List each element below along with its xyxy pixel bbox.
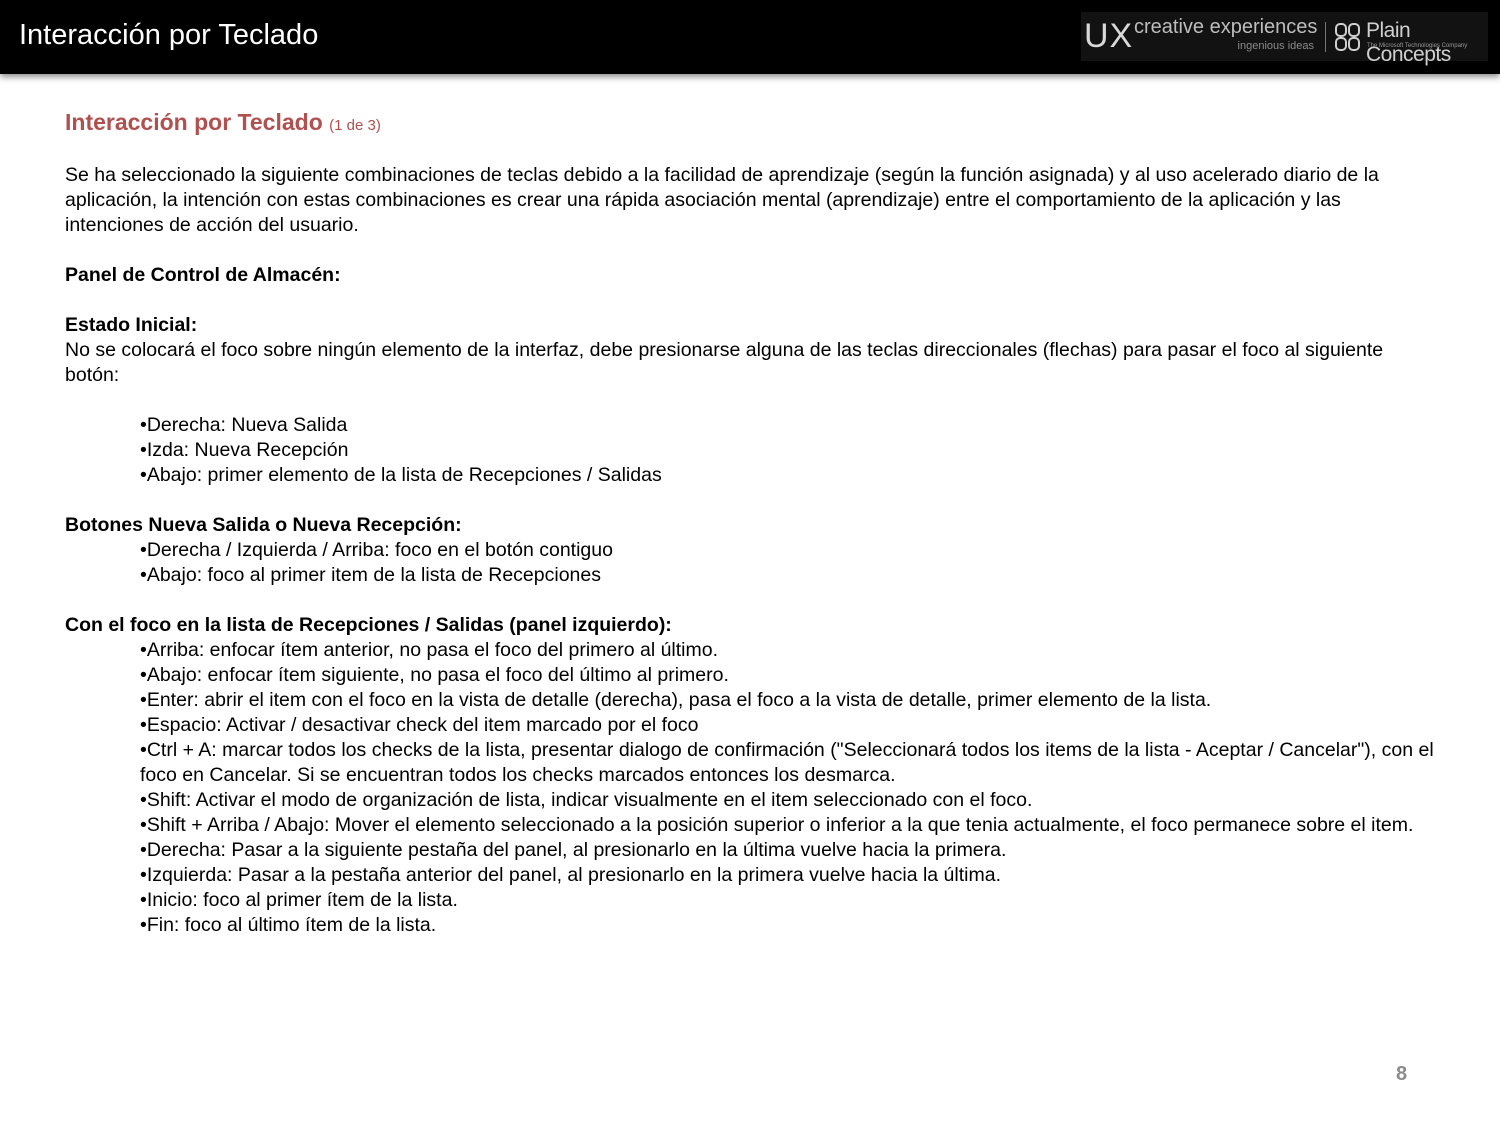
list-item: •Shift: Activar el modo de organización …	[140, 789, 1033, 811]
panel-heading: Panel de Control de Almacén:	[65, 264, 341, 286]
list-item: •Shift + Arriba / Abajo: Mover el elemen…	[140, 814, 1414, 836]
list-item: •Arriba: enfocar ítem anterior, no pasa …	[140, 639, 719, 661]
lista-heading: Con el foco en la lista de Recepciones /…	[65, 614, 672, 636]
list-item: •Ctrl + A: marcar todos los checks de la…	[140, 739, 1434, 786]
list-item: •Espacio: Activar / desactivar check del…	[140, 714, 699, 736]
list-item: •Abajo: foco al primer item de la lista …	[140, 564, 601, 586]
plain-concepts-icon	[1335, 23, 1360, 51]
list-item: •Izquierda: Pasar a la pestaña anterior …	[140, 864, 1001, 886]
list-item: •Derecha / Izquierda / Arriba: foco en e…	[140, 539, 613, 561]
company-logo: UX creative experiences ingenious ideas …	[1081, 12, 1488, 66]
section-title-page-indicator: (1 de 3)	[329, 117, 381, 134]
list-item: •Abajo: enfocar ítem siguiente, no pasa …	[140, 664, 729, 686]
botones-heading: Botones Nueva Salida o Nueva Recepción:	[65, 514, 462, 536]
header-title: Interacción por Teclado	[19, 19, 319, 51]
logo-ingenious-text: ingenious ideas	[1237, 40, 1314, 52]
list-item: •Abajo: primer elemento de la lista de R…	[140, 464, 662, 486]
section-title-text: Interacción por Teclado	[65, 109, 323, 135]
estado-list: •Derecha: Nueva Salida •Izda: Nueva Rece…	[65, 413, 1435, 488]
logo-tagline-text: The Microsoft Technologies Company	[1367, 43, 1468, 49]
lista-list: •Arriba: enfocar ítem anterior, no pasa …	[65, 638, 1435, 938]
list-item: •Inicio: foco al primer ítem de la lista…	[140, 889, 458, 911]
list-item: •Fin: foco al último ítem de la lista.	[140, 914, 437, 936]
logo-divider	[1325, 22, 1326, 52]
botones-list: •Derecha / Izquierda / Arriba: foco en e…	[65, 538, 1435, 588]
list-item: •Izda: Nueva Recepción	[140, 439, 349, 461]
estado-text: No se colocará el foco sobre ningún elem…	[65, 339, 1384, 386]
list-item: •Derecha: Nueva Salida	[140, 414, 348, 436]
estado-heading: Estado Inicial:	[65, 314, 198, 336]
page-number: 8	[1396, 1063, 1408, 1085]
intro-paragraph: Se ha seleccionado la siguiente combinac…	[65, 164, 1379, 236]
slide-content: Interacción por Teclado (1 de 3) Se ha s…	[65, 107, 1435, 938]
logo-creative-text: creative experiences	[1134, 16, 1318, 38]
section-title: Interacción por Teclado (1 de 3)	[65, 107, 1435, 141]
list-item: •Enter: abrir el item con el foco en la …	[140, 689, 1212, 711]
logo-ux-text: UX	[1084, 17, 1134, 55]
list-item: •Derecha: Pasar a la siguiente pestaña d…	[140, 839, 1007, 861]
slide-header: Interacción por Teclado UX creative expe…	[0, 0, 1500, 74]
